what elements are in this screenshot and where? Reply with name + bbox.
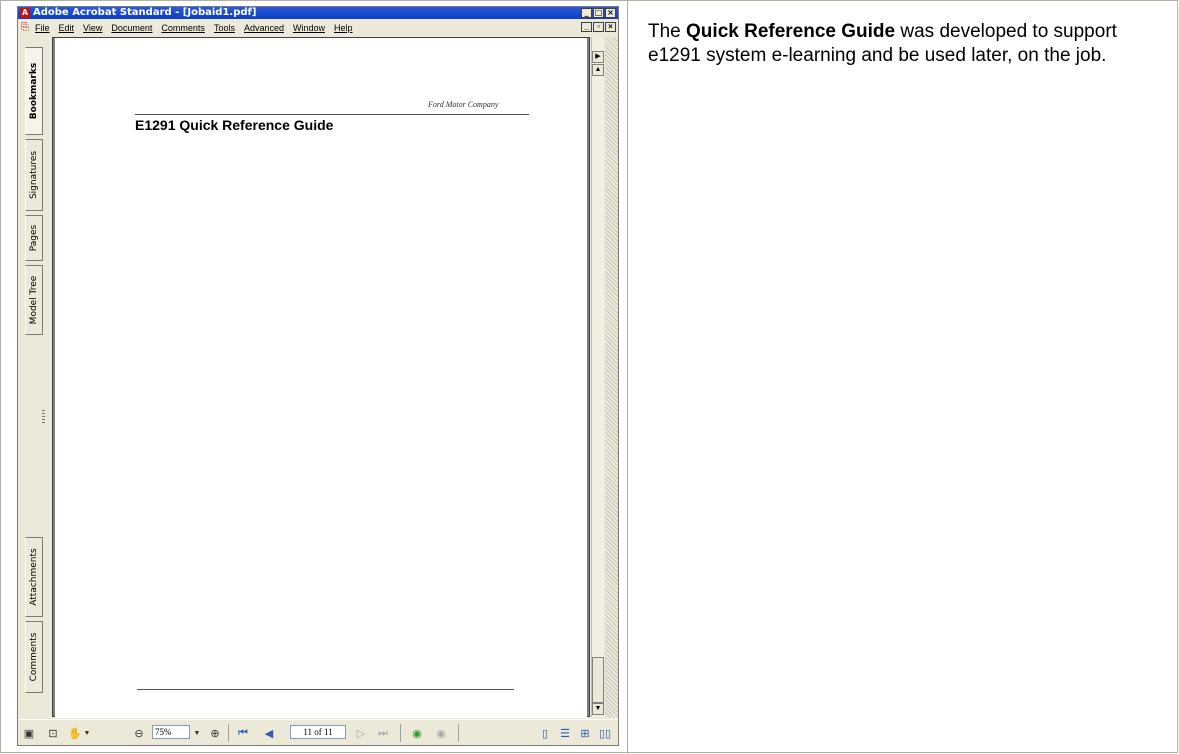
window-edge-hatch — [605, 37, 618, 717]
zoom-field[interactable]: 75% — [152, 725, 190, 739]
menu-window[interactable]: Window — [293, 23, 325, 33]
next-page-icon[interactable]: ▷ — [354, 726, 368, 740]
document-pane[interactable]: Ford Motor Company E1291 Quick Reference… — [52, 37, 590, 718]
header-rule — [135, 114, 529, 115]
scroll-down-button[interactable]: ▼ — [592, 703, 604, 715]
separator — [228, 724, 229, 742]
maximize-button[interactable]: □ — [593, 8, 604, 18]
doc-minimize-button[interactable]: _ — [581, 22, 592, 32]
page-title: E1291 Quick Reference Guide — [135, 117, 334, 133]
caption-lead: The — [648, 21, 687, 42]
scroll-thumb[interactable] — [592, 657, 604, 703]
chevron-down-icon[interactable]: ▼ — [82, 726, 92, 740]
page-size-icon[interactable]: ⊡ — [46, 726, 60, 740]
vertical-scrollbar[interactable]: ▶ ▲ ▼ — [591, 37, 604, 717]
tab-model-tree[interactable]: Model Tree — [25, 265, 43, 335]
tab-comments[interactable]: Comments — [25, 621, 43, 693]
tutorial-caption: The Quick Reference Guide was developed … — [648, 20, 1153, 68]
doc-close-button[interactable]: × — [605, 22, 616, 32]
continuous-icon[interactable]: ☰ — [558, 726, 572, 740]
tab-bookmarks[interactable]: Bookmarks — [25, 47, 43, 135]
hand-tool-icon[interactable]: ✋ — [68, 726, 82, 740]
menu-help[interactable]: Help — [334, 23, 353, 33]
first-page-icon[interactable]: ⏮ — [236, 726, 250, 740]
tab-model-tree-label: Model Tree — [29, 275, 39, 325]
show-menu-icon[interactable]: ▶ — [592, 51, 604, 63]
pane-resize-grip[interactable] — [42, 410, 45, 424]
tab-signatures[interactable]: Signatures — [25, 139, 43, 211]
status-bar: ▣ ⊡ ✋ ▼ ⊖ 75% ▼ ⊕ ⏮ ◀ 11 of 11 ▷ ⏭ ◉ ◉ ▯… — [18, 719, 618, 745]
menu-tools[interactable]: Tools — [214, 23, 235, 33]
previous-page-icon[interactable]: ◀ — [262, 726, 276, 740]
zoom-out-icon[interactable]: ⊖ — [132, 726, 146, 740]
acrobat-app-icon[interactable]: A — [20, 8, 30, 18]
minimize-button[interactable]: _ — [581, 8, 592, 18]
facing-icon[interactable]: ▯▯ — [598, 726, 612, 740]
footer-rule — [137, 689, 514, 690]
doc-restore-button[interactable]: ▫ — [593, 22, 604, 32]
tab-pages-label: Pages — [29, 224, 39, 252]
ford-logo: Ford Motor Company — [428, 100, 499, 109]
tab-comments-label: Comments — [29, 632, 39, 682]
tab-attachments[interactable]: Attachments — [25, 537, 43, 617]
menu-comments[interactable]: Comments — [161, 23, 205, 33]
tab-signatures-label: Signatures — [29, 150, 39, 200]
single-page-icon[interactable]: ▯ — [538, 726, 552, 740]
pdf-doc-icon[interactable]: ⎘ — [21, 22, 31, 33]
panel-divider — [627, 0, 628, 754]
pdf-page[interactable]: Ford Motor Company E1291 Quick Reference… — [55, 38, 587, 718]
close-button[interactable]: × — [605, 8, 616, 18]
menu-document[interactable]: Document — [111, 23, 152, 33]
menu-edit[interactable]: Edit — [59, 23, 75, 33]
menu-file[interactable]: File — [35, 23, 50, 33]
acrobat-window: A Adobe Acrobat Standard - [Jobaid1.pdf]… — [17, 6, 619, 746]
zoom-dropdown-icon[interactable]: ▼ — [192, 726, 202, 740]
tab-pages[interactable]: Pages — [25, 215, 43, 261]
separator — [458, 724, 459, 742]
zoom-in-icon[interactable]: ⊕ — [208, 726, 222, 740]
navigation-pane-tabs: Bookmarks Signatures Pages Model Tree At… — [18, 37, 52, 717]
tab-attachments-label: Attachments — [29, 548, 39, 606]
menu-advanced[interactable]: Advanced — [244, 23, 284, 33]
menu-bar: ⎘ File Edit View Document Comments Tools… — [18, 20, 618, 36]
scroll-up-button[interactable]: ▲ — [592, 64, 604, 76]
go-back-icon[interactable]: ◉ — [410, 726, 424, 740]
window-title: Adobe Acrobat Standard - [Jobaid1.pdf] — [33, 7, 257, 18]
navigation-pane-icon[interactable]: ▣ — [22, 726, 36, 740]
tab-bookmarks-label: Bookmarks — [29, 62, 39, 120]
continuous-facing-icon[interactable]: ⊞ — [578, 726, 592, 740]
go-forward-icon[interactable]: ◉ — [434, 726, 448, 740]
title-bar: A Adobe Acrobat Standard - [Jobaid1.pdf]… — [18, 7, 618, 19]
last-page-icon[interactable]: ⏭ — [376, 726, 390, 740]
page-number-field[interactable]: 11 of 11 — [290, 725, 346, 739]
menu-view[interactable]: View — [83, 23, 102, 33]
caption-bold: Quick Reference Guide — [686, 21, 896, 42]
separator — [400, 724, 401, 742]
